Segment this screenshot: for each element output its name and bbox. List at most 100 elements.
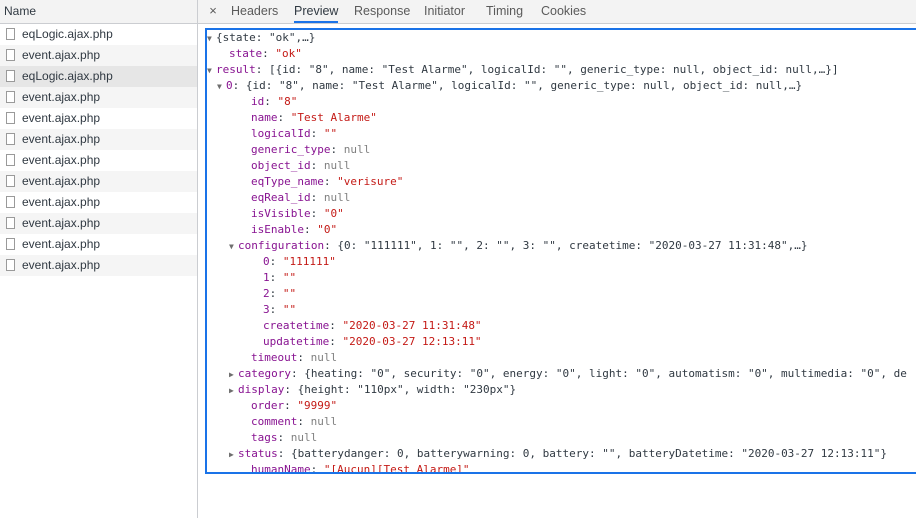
json-node-expandable[interactable]: ▶ category: {heating: "0", security: "0",… (207, 366, 916, 382)
json-key: humanName (251, 463, 311, 474)
json-text: : (329, 319, 343, 332)
json-null-value: null (310, 351, 338, 364)
request-row[interactable]: event.ajax.php (0, 213, 197, 234)
json-null-value: null (323, 159, 351, 172)
tab-headers[interactable]: Headers (231, 0, 278, 23)
json-property: object_id: null (207, 158, 916, 174)
file-icon (6, 175, 15, 187)
json-key: 0 (263, 255, 270, 268)
request-row[interactable]: event.ajax.php (0, 45, 197, 66)
json-text: : {heating: "0", security: "0", energy: … (290, 367, 907, 380)
request-name: event.ajax.php (22, 48, 101, 62)
file-icon (6, 238, 15, 250)
json-property: eqReal_id: null (207, 190, 916, 206)
json-property: eqType_name: "verisure" (207, 174, 916, 190)
json-text: : (277, 431, 291, 444)
request-name: event.ajax.php (22, 195, 101, 209)
tab-cookies[interactable]: Cookies (541, 0, 586, 23)
json-text: {state: "ok",…} (216, 31, 316, 44)
json-text: : (262, 47, 276, 60)
file-icon (6, 91, 15, 103)
request-row[interactable]: event.ajax.php (0, 255, 197, 276)
json-property: order: "9999" (207, 398, 916, 414)
json-text: : (277, 111, 291, 124)
request-name: event.ajax.php (22, 111, 101, 125)
expand-right-icon[interactable]: ▶ (229, 367, 238, 383)
expand-right-icon[interactable]: ▶ (229, 447, 238, 463)
json-string-value: "Test Alarme" (290, 111, 377, 124)
json-key: 0 (226, 79, 233, 92)
json-text: : (310, 191, 324, 204)
json-property: generic_type: null (207, 142, 916, 158)
request-row[interactable]: event.ajax.php (0, 192, 197, 213)
json-text: : (269, 287, 283, 300)
expand-right-icon[interactable]: ▶ (229, 383, 238, 399)
json-null-value: null (343, 143, 371, 156)
expand-down-icon[interactable]: ▼ (207, 31, 216, 47)
json-key: eqType_name (251, 175, 324, 188)
json-key: name (251, 111, 278, 124)
request-row[interactable]: event.ajax.php (0, 108, 197, 129)
json-text: : {0: "111111", 1: "", 2: "", 3: "", cre… (324, 239, 808, 252)
json-node-expandable[interactable]: ▼ 0: {id: "8", name: "Test Alarme", logic… (207, 78, 916, 94)
request-row[interactable]: event.ajax.php (0, 87, 197, 108)
json-text: : (297, 351, 311, 364)
json-node-expandable[interactable]: ▶ display: {height: "110px", width: "230p… (207, 382, 916, 398)
request-row[interactable]: event.ajax.php (0, 171, 197, 192)
details-tabbar: × Headers Preview Response Initiator Tim… (198, 0, 916, 24)
request-name: event.ajax.php (22, 90, 101, 104)
tab-initiator[interactable]: Initiator (424, 0, 465, 23)
json-property: 3: "" (207, 302, 916, 318)
json-key: isEnable (251, 223, 304, 236)
expand-down-icon[interactable]: ▼ (229, 239, 238, 255)
json-string-value: "0" (317, 223, 338, 236)
json-property: 2: "" (207, 286, 916, 302)
request-name: eqLogic.ajax.php (22, 27, 113, 41)
json-property: updatetime: "2020-03-27 12:13:11" (207, 334, 916, 350)
request-row[interactable]: eqLogic.ajax.php (0, 24, 197, 45)
json-node-expandable[interactable]: ▼ {state: "ok",…} (207, 30, 916, 46)
request-name: event.ajax.php (22, 216, 101, 230)
json-string-value: "0" (323, 207, 344, 220)
json-node-expandable[interactable]: ▼ configuration: {0: "111111", 1: "", 2: … (207, 238, 916, 254)
json-property: logicalId: "" (207, 126, 916, 142)
json-node-expandable[interactable]: ▼ result: [{id: "8", name: "Test Alarme",… (207, 62, 916, 78)
json-property: humanName: "[Aucun][Test Alarme]" (207, 462, 916, 474)
tab-timing[interactable]: Timing (486, 0, 523, 23)
json-null-value: null (323, 191, 351, 204)
json-null-value: null (310, 415, 338, 428)
json-string-value: "ok" (275, 47, 302, 60)
json-key: display (238, 383, 285, 396)
json-property: name: "Test Alarme" (207, 110, 916, 126)
json-text: : (269, 271, 283, 284)
close-icon[interactable]: × (206, 2, 220, 20)
json-node-expandable[interactable]: ▶ status: {batterydanger: 0, batterywarni… (207, 446, 916, 462)
json-string-value: "" (282, 303, 297, 316)
json-key: state (229, 47, 263, 60)
request-row[interactable]: eqLogic.ajax.php (0, 66, 197, 87)
expand-down-icon[interactable]: ▼ (217, 79, 226, 95)
request-row[interactable]: event.ajax.php (0, 129, 197, 150)
json-key: status (238, 447, 278, 460)
json-key: generic_type (251, 143, 331, 156)
json-text: : (269, 303, 283, 316)
expand-down-icon[interactable]: ▼ (207, 63, 216, 79)
file-icon (6, 70, 15, 82)
request-row[interactable]: event.ajax.php (0, 150, 197, 171)
json-key: timeout (251, 351, 298, 364)
name-column-header[interactable]: Name (0, 0, 197, 24)
json-string-value: "8" (277, 95, 298, 108)
json-key: configuration (238, 239, 325, 252)
tab-preview[interactable]: Preview (294, 0, 339, 23)
json-key: 1 (263, 271, 270, 284)
request-row[interactable]: event.ajax.php (0, 234, 197, 255)
json-key: 3 (263, 303, 270, 316)
json-key: id (251, 95, 265, 108)
json-preview-panel: ▼ {state: "ok",…} state: "ok" ▼ result: [{id… (205, 28, 916, 474)
file-icon (6, 217, 15, 229)
json-text: : (284, 399, 298, 412)
json-key: createtime (263, 319, 330, 332)
tab-response[interactable]: Response (354, 0, 410, 23)
json-property: state: "ok" (207, 46, 916, 62)
request-details-pane: × Headers Preview Response Initiator Tim… (198, 0, 916, 518)
